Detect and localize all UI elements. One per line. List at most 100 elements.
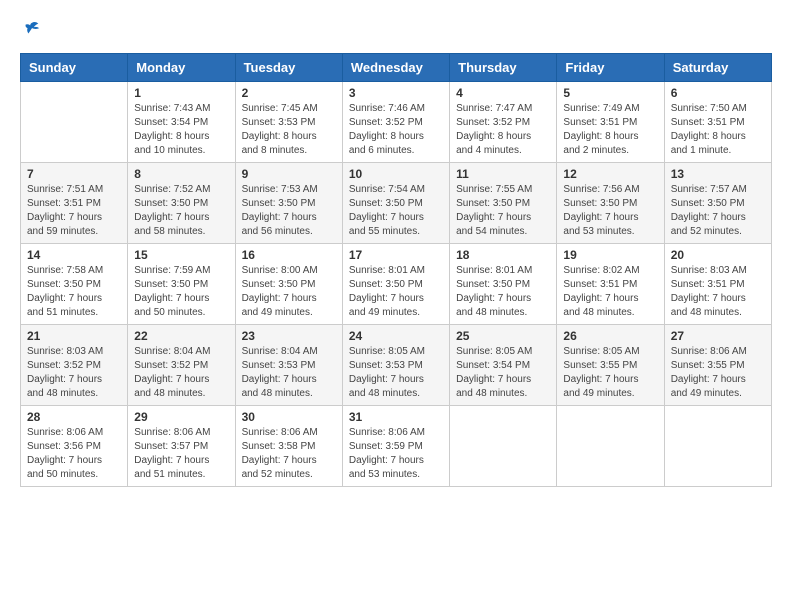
day-info: Sunrise: 8:06 AM Sunset: 3:57 PM Dayligh… [134, 426, 228, 482]
day-number: 15 [134, 248, 228, 262]
day-info: Sunrise: 8:06 AM Sunset: 3:58 PM Dayligh… [242, 426, 336, 482]
day-info: Sunrise: 7:45 AM Sunset: 3:53 PM Dayligh… [242, 102, 336, 158]
calendar-cell: 5 Sunrise: 7:49 AM Sunset: 3:51 PM Daylig… [557, 82, 664, 163]
calendar-cell: 13Sunrise: 7:57 AM Sunset: 3:50 PM Dayli… [664, 163, 771, 244]
day-number: 9 [242, 167, 336, 181]
calendar-cell: 24 Sunrise: 8:05 AM Sunset: 3:53 PM Dayli… [342, 325, 449, 406]
calendar-cell: 15 Sunrise: 7:59 AM Sunset: 3:50 PM Dayli… [128, 244, 235, 325]
calendar-cell: 4Sunrise: 7:47 AM Sunset: 3:52 PM Daylig… [450, 82, 557, 163]
day-info: Sunrise: 7:55 AM Sunset: 3:50 PM Dayligh… [456, 183, 550, 239]
weekday-header-friday: Friday [557, 54, 664, 82]
day-number: 4 [456, 86, 550, 100]
day-info: Sunrise: 8:00 AM Sunset: 3:50 PM Dayligh… [242, 264, 336, 320]
calendar-week-row: 28 Sunrise: 8:06 AM Sunset: 3:56 PM Dayli… [21, 406, 772, 487]
day-number: 6 [671, 86, 765, 100]
weekday-header-saturday: Saturday [664, 54, 771, 82]
calendar-cell: 23 Sunrise: 8:04 AM Sunset: 3:53 PM Dayli… [235, 325, 342, 406]
day-number: 1 [134, 86, 228, 100]
weekday-header-thursday: Thursday [450, 54, 557, 82]
calendar-week-row: 1 Sunrise: 7:43 AM Sunset: 3:54 PM Daylig… [21, 82, 772, 163]
day-info: Sunrise: 8:06 AM Sunset: 3:59 PM Dayligh… [349, 426, 443, 482]
day-number: 16 [242, 248, 336, 262]
day-info: Sunrise: 8:04 AM Sunset: 3:53 PM Dayligh… [242, 345, 336, 401]
day-number: 21 [27, 329, 121, 343]
calendar-cell [21, 82, 128, 163]
day-number: 11 [456, 167, 550, 181]
calendar-cell: 9 Sunrise: 7:53 AM Sunset: 3:50 PM Daylig… [235, 163, 342, 244]
day-number: 5 [563, 86, 657, 100]
day-number: 20 [671, 248, 765, 262]
day-info: Sunrise: 7:58 AM Sunset: 3:50 PM Dayligh… [27, 264, 121, 320]
calendar-table: SundayMondayTuesdayWednesdayThursdayFrid… [20, 53, 772, 487]
calendar-header-row: SundayMondayTuesdayWednesdayThursdayFrid… [21, 54, 772, 82]
day-info: Sunrise: 8:06 AM Sunset: 3:55 PM Dayligh… [671, 345, 765, 401]
day-info: Sunrise: 7:49 AM Sunset: 3:51 PM Dayligh… [563, 102, 657, 158]
day-info: Sunrise: 7:50 AM Sunset: 3:51 PM Dayligh… [671, 102, 765, 158]
day-number: 27 [671, 329, 765, 343]
day-number: 17 [349, 248, 443, 262]
day-number: 31 [349, 410, 443, 424]
day-info: Sunrise: 7:46 AM Sunset: 3:52 PM Dayligh… [349, 102, 443, 158]
calendar-cell: 8Sunrise: 7:52 AM Sunset: 3:50 PM Daylig… [128, 163, 235, 244]
calendar-cell: 28 Sunrise: 8:06 AM Sunset: 3:56 PM Dayli… [21, 406, 128, 487]
day-number: 22 [134, 329, 228, 343]
day-info: Sunrise: 8:06 AM Sunset: 3:56 PM Dayligh… [27, 426, 121, 482]
calendar-cell: 1 Sunrise: 7:43 AM Sunset: 3:54 PM Daylig… [128, 82, 235, 163]
logo [20, 20, 41, 43]
calendar-cell: 26 Sunrise: 8:05 AM Sunset: 3:55 PM Dayli… [557, 325, 664, 406]
day-number: 10 [349, 167, 443, 181]
day-number: 24 [349, 329, 443, 343]
day-info: Sunrise: 7:51 AM Sunset: 3:51 PM Dayligh… [27, 183, 121, 239]
day-number: 26 [563, 329, 657, 343]
logo-bird-icon [23, 20, 41, 43]
page-header [20, 20, 772, 43]
day-info: Sunrise: 8:03 AM Sunset: 3:52 PM Dayligh… [27, 345, 121, 401]
day-number: 7 [27, 167, 121, 181]
day-number: 14 [27, 248, 121, 262]
day-number: 28 [27, 410, 121, 424]
day-info: Sunrise: 8:01 AM Sunset: 3:50 PM Dayligh… [456, 264, 550, 320]
calendar-cell: 7 Sunrise: 7:51 AM Sunset: 3:51 PM Daylig… [21, 163, 128, 244]
calendar-week-row: 7 Sunrise: 7:51 AM Sunset: 3:51 PM Daylig… [21, 163, 772, 244]
day-number: 18 [456, 248, 550, 262]
day-info: Sunrise: 7:53 AM Sunset: 3:50 PM Dayligh… [242, 183, 336, 239]
day-info: Sunrise: 8:05 AM Sunset: 3:55 PM Dayligh… [563, 345, 657, 401]
calendar-cell: 16 Sunrise: 8:00 AM Sunset: 3:50 PM Dayli… [235, 244, 342, 325]
weekday-header-sunday: Sunday [21, 54, 128, 82]
day-info: Sunrise: 7:56 AM Sunset: 3:50 PM Dayligh… [563, 183, 657, 239]
calendar-cell: 19Sunrise: 8:02 AM Sunset: 3:51 PM Dayli… [557, 244, 664, 325]
calendar-cell: 30 Sunrise: 8:06 AM Sunset: 3:58 PM Dayli… [235, 406, 342, 487]
day-info: Sunrise: 8:01 AM Sunset: 3:50 PM Dayligh… [349, 264, 443, 320]
calendar-cell: 18 Sunrise: 8:01 AM Sunset: 3:50 PM Dayli… [450, 244, 557, 325]
calendar-cell: 22 Sunrise: 8:04 AM Sunset: 3:52 PM Dayli… [128, 325, 235, 406]
calendar-cell: 31 Sunrise: 8:06 AM Sunset: 3:59 PM Dayli… [342, 406, 449, 487]
calendar-cell: 14 Sunrise: 7:58 AM Sunset: 3:50 PM Dayli… [21, 244, 128, 325]
calendar-cell: 2 Sunrise: 7:45 AM Sunset: 3:53 PM Daylig… [235, 82, 342, 163]
calendar-cell: 10 Sunrise: 7:54 AM Sunset: 3:50 PM Dayli… [342, 163, 449, 244]
day-number: 23 [242, 329, 336, 343]
day-number: 29 [134, 410, 228, 424]
calendar-cell: 11 Sunrise: 7:55 AM Sunset: 3:50 PM Dayli… [450, 163, 557, 244]
day-info: Sunrise: 8:02 AM Sunset: 3:51 PM Dayligh… [563, 264, 657, 320]
day-info: Sunrise: 7:54 AM Sunset: 3:50 PM Dayligh… [349, 183, 443, 239]
calendar-cell [450, 406, 557, 487]
day-info: Sunrise: 7:59 AM Sunset: 3:50 PM Dayligh… [134, 264, 228, 320]
calendar-week-row: 14 Sunrise: 7:58 AM Sunset: 3:50 PM Dayli… [21, 244, 772, 325]
weekday-header-wednesday: Wednesday [342, 54, 449, 82]
day-info: Sunrise: 8:04 AM Sunset: 3:52 PM Dayligh… [134, 345, 228, 401]
day-number: 3 [349, 86, 443, 100]
day-number: 2 [242, 86, 336, 100]
day-number: 13 [671, 167, 765, 181]
calendar-cell: 3 Sunrise: 7:46 AM Sunset: 3:52 PM Daylig… [342, 82, 449, 163]
calendar-cell: 20Sunrise: 8:03 AM Sunset: 3:51 PM Dayli… [664, 244, 771, 325]
calendar-cell [664, 406, 771, 487]
calendar-cell: 25Sunrise: 8:05 AM Sunset: 3:54 PM Dayli… [450, 325, 557, 406]
day-number: 30 [242, 410, 336, 424]
weekday-header-monday: Monday [128, 54, 235, 82]
calendar-cell: 17 Sunrise: 8:01 AM Sunset: 3:50 PM Dayli… [342, 244, 449, 325]
day-info: Sunrise: 8:05 AM Sunset: 3:53 PM Dayligh… [349, 345, 443, 401]
calendar-cell: 6 Sunrise: 7:50 AM Sunset: 3:51 PM Daylig… [664, 82, 771, 163]
day-number: 8 [134, 167, 228, 181]
weekday-header-tuesday: Tuesday [235, 54, 342, 82]
day-info: Sunrise: 7:43 AM Sunset: 3:54 PM Dayligh… [134, 102, 228, 158]
